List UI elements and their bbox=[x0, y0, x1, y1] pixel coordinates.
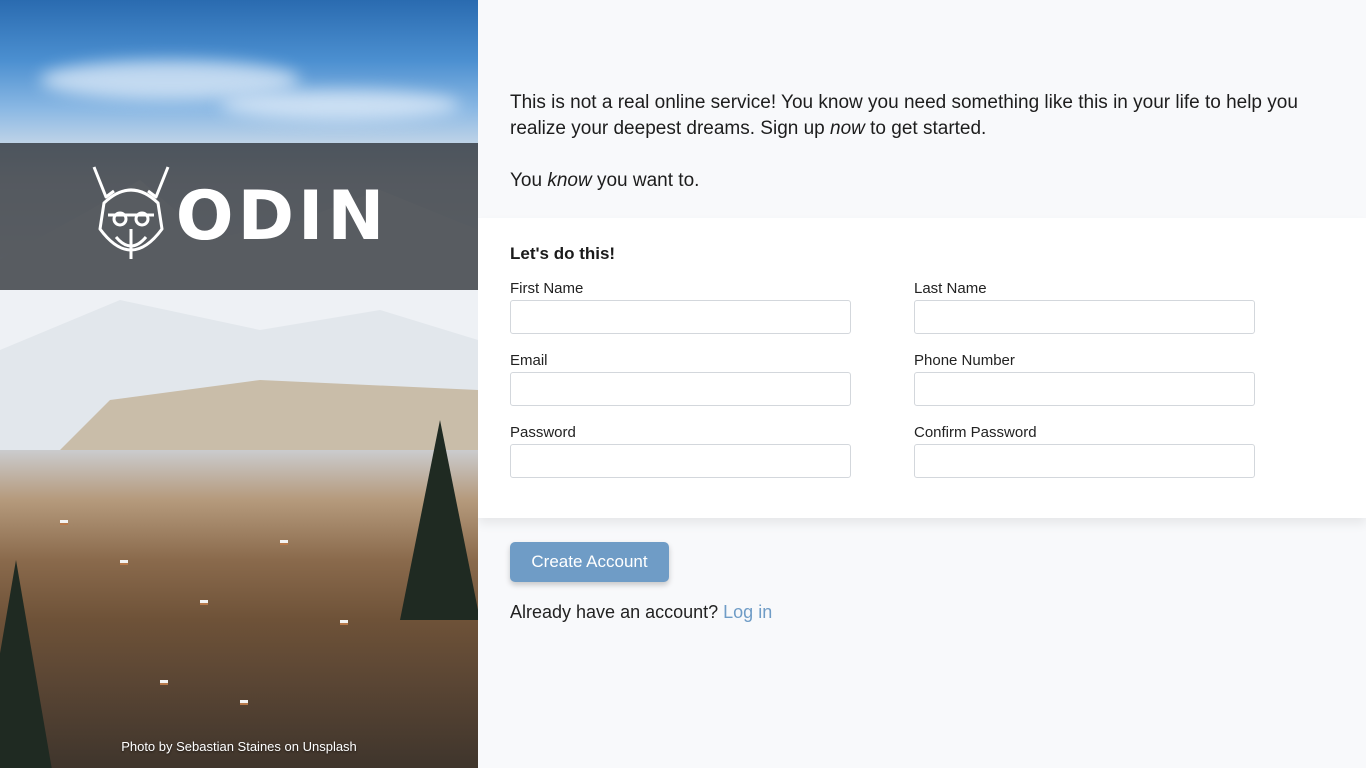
login-link[interactable]: Log in bbox=[723, 602, 772, 622]
create-account-button[interactable]: Create Account bbox=[510, 542, 669, 582]
chalet bbox=[280, 540, 288, 545]
phone-label: Phone Number bbox=[914, 352, 1015, 369]
password-field: Password bbox=[510, 424, 851, 478]
pine-tree bbox=[0, 560, 52, 768]
intro-text-part: to get started. bbox=[864, 118, 987, 139]
intro-paragraph: This is not a real online service! You k… bbox=[510, 90, 1334, 142]
last-name-label: Last Name bbox=[914, 280, 987, 297]
intro-emphasis: know bbox=[547, 170, 592, 191]
first-name-input[interactable] bbox=[510, 300, 851, 334]
viking-head-icon bbox=[92, 165, 170, 259]
logo-banner: ODIN bbox=[0, 143, 478, 290]
login-prompt: Already have an account? Log in bbox=[510, 602, 1334, 623]
email-input[interactable] bbox=[510, 372, 851, 406]
login-prompt-text: Already have an account? bbox=[510, 602, 724, 622]
confirm-password-field: Confirm Password bbox=[914, 424, 1255, 478]
form-grid: First Name Last Name Email Phone Number … bbox=[510, 280, 1334, 478]
chalet bbox=[160, 680, 168, 685]
form-actions: Create Account Already have an account? … bbox=[478, 518, 1366, 647]
password-input[interactable] bbox=[510, 444, 851, 478]
chalet bbox=[340, 620, 348, 625]
odin-logo: ODIN bbox=[90, 163, 388, 271]
main-content: This is not a real online service! You k… bbox=[478, 0, 1366, 768]
intro-paragraph: You know you want to. bbox=[510, 168, 1334, 194]
chalet bbox=[240, 700, 248, 705]
pine-tree bbox=[400, 420, 478, 620]
password-label: Password bbox=[510, 424, 576, 441]
cloud bbox=[220, 90, 460, 120]
email-label: Email bbox=[510, 352, 548, 369]
intro-text: This is not a real online service! You k… bbox=[478, 0, 1366, 218]
intro-text-part: you want to. bbox=[591, 170, 700, 191]
last-name-input[interactable] bbox=[914, 300, 1255, 334]
chalet bbox=[120, 560, 128, 565]
intro-emphasis: now bbox=[830, 118, 865, 139]
chalet bbox=[200, 600, 208, 605]
hero-image-panel: ODIN Photo by Sebastian Staines on Unspl… bbox=[0, 0, 478, 768]
signup-form: Let's do this! First Name Last Name Emai… bbox=[478, 218, 1366, 518]
logo-text: ODIN bbox=[175, 177, 389, 256]
first-name-label: First Name bbox=[510, 280, 584, 297]
last-name-field: Last Name bbox=[914, 280, 1255, 334]
phone-input[interactable] bbox=[914, 372, 1255, 406]
confirm-password-label: Confirm Password bbox=[914, 424, 1037, 441]
first-name-field: First Name bbox=[510, 280, 851, 334]
confirm-password-input[interactable] bbox=[914, 444, 1255, 478]
photo-credit: Photo by Sebastian Staines on Unsplash bbox=[121, 739, 357, 754]
intro-text-part: You bbox=[510, 170, 548, 191]
phone-field: Phone Number bbox=[914, 352, 1255, 406]
form-title: Let's do this! bbox=[510, 244, 616, 263]
email-field: Email bbox=[510, 352, 851, 406]
chalet bbox=[60, 520, 68, 525]
